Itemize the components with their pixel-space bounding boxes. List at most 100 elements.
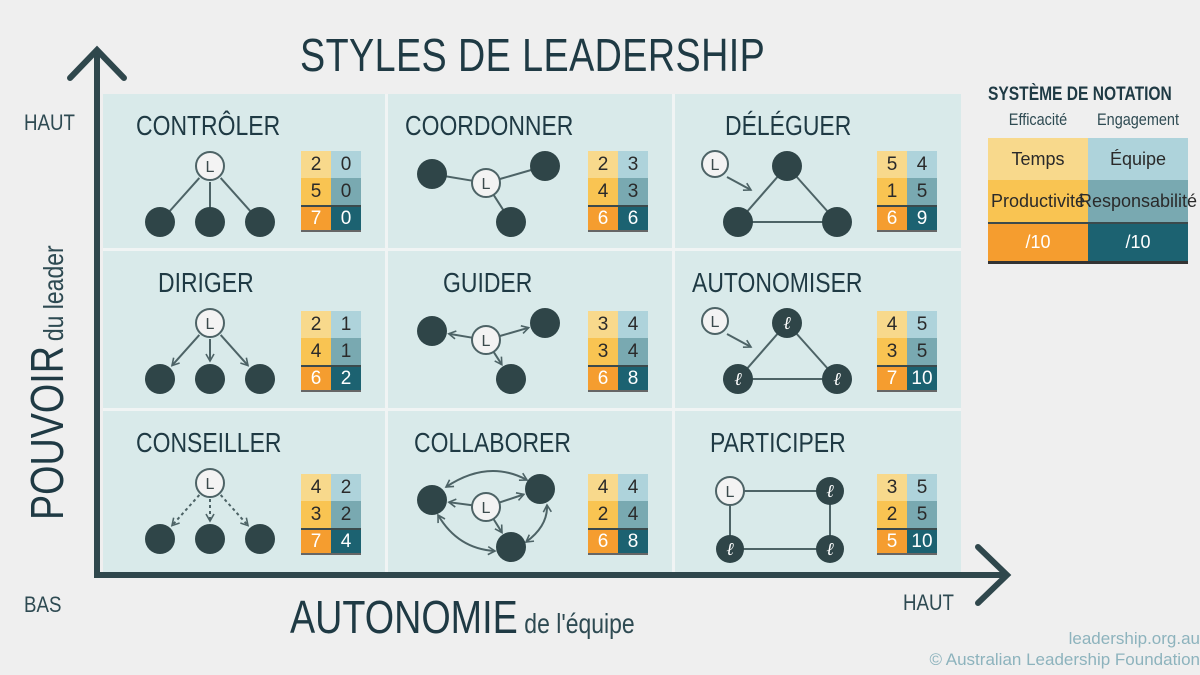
- efficiency-total: 7: [877, 365, 907, 392]
- legend-cell-productivite: Productivité: [988, 180, 1088, 222]
- team-score: 3: [618, 151, 648, 178]
- style-name: CONSEILLER: [136, 427, 282, 458]
- engagement-total: 8: [618, 365, 648, 392]
- style-name: DIRIGER: [158, 267, 254, 298]
- accountability-score: 4: [618, 501, 648, 528]
- svg-text:L: L: [482, 176, 491, 193]
- svg-text:ℓ: ℓ: [826, 539, 834, 559]
- style-cell-participer: Lℓ ℓ ℓ PARTICIPER 3 5 2 5 5 10: [675, 411, 961, 572]
- accountability-score: 5: [907, 501, 937, 528]
- member-node: [245, 207, 275, 237]
- accountability-score: 4: [618, 338, 648, 365]
- leader-node: L: [471, 325, 501, 355]
- member-node: ℓ: [816, 535, 844, 563]
- member-node: [530, 308, 560, 338]
- time-score: 5: [877, 151, 907, 178]
- leader-node: L: [195, 468, 225, 498]
- website-credit: leadership.org.au: [1068, 629, 1200, 648]
- accountability-score: 3: [618, 178, 648, 205]
- style-cell-collaborer: L COLLABORER 4 4 2 4 6 8: [388, 411, 675, 572]
- member-node: [417, 316, 447, 346]
- y-axis-title-main: POUVOIR: [21, 346, 73, 520]
- team-score: 5: [907, 311, 937, 338]
- score-table: 423274: [301, 474, 361, 555]
- connector: [726, 176, 753, 191]
- score-table: 205070: [301, 151, 361, 232]
- member-node: [145, 524, 175, 554]
- member-node: [417, 485, 447, 515]
- legend-header-engagement: Engagement: [1097, 110, 1179, 129]
- member-node: ℓ: [816, 477, 844, 505]
- svg-text:L: L: [711, 157, 720, 174]
- member-node: [772, 151, 802, 181]
- style-cell-déléguer: L DÉLÉGUER 5 4 1 5 6 9: [675, 94, 961, 251]
- connector: [170, 494, 201, 527]
- team-score: 0: [331, 151, 361, 178]
- scoring-legend: SYSTÈME DE NOTATION Efficacité Engagemen…: [988, 84, 1198, 264]
- style-name: DÉLÉGUER: [725, 110, 852, 141]
- score-table: 234366: [588, 151, 648, 232]
- legend-cell-responsabilite: Responsabilité: [1079, 180, 1197, 222]
- legend-table: Temps Équipe Productivité Responsabilité…: [988, 138, 1198, 264]
- svg-text:L: L: [206, 316, 215, 333]
- svg-text:L: L: [711, 314, 720, 331]
- svg-text:L: L: [482, 333, 491, 350]
- member-node: ℓ: [822, 364, 852, 394]
- score-table: 3 5 2 5 5 10: [877, 474, 937, 555]
- time-score: 4: [877, 311, 907, 338]
- engagement-total: 9: [907, 205, 937, 232]
- leader-node: L: [195, 308, 225, 338]
- style-cell-guider: L GUIDER 3 4 3 4 6 8: [388, 251, 675, 411]
- productivity-score: 4: [301, 338, 331, 365]
- member-node: [496, 364, 526, 394]
- leader-node: L: [715, 476, 745, 506]
- engagement-total: 10: [907, 528, 937, 555]
- y-axis-low-label: BAS: [24, 592, 62, 617]
- connector: [492, 518, 503, 534]
- member-node: [530, 151, 560, 181]
- productivity-score: 3: [588, 338, 618, 365]
- productivity-score: 4: [588, 178, 618, 205]
- leader-node: L: [471, 492, 501, 522]
- leader-node: L: [701, 307, 729, 335]
- legend-title: SYSTÈME DE NOTATION: [988, 84, 1172, 105]
- efficiency-total: 5: [877, 528, 907, 555]
- member-node: [145, 207, 175, 237]
- svg-text:ℓ: ℓ: [783, 313, 791, 333]
- connector: [499, 325, 531, 338]
- team-score: 4: [618, 474, 648, 501]
- team-score: 1: [331, 311, 361, 338]
- accountability-score: 0: [331, 178, 361, 205]
- leader-node: L: [701, 150, 729, 178]
- svg-text:L: L: [206, 476, 215, 493]
- efficiency-total: 6: [588, 365, 618, 392]
- member-node: [723, 207, 753, 237]
- member-node: [245, 524, 275, 554]
- x-axis-title-main: AUTONOMIE: [290, 591, 518, 643]
- credits: leadership.org.au © Australian Leadershi…: [929, 628, 1200, 670]
- style-name: COORDONNER: [405, 110, 574, 141]
- style-name: CONTRÔLER: [136, 110, 281, 141]
- svg-text:ℓ: ℓ: [726, 539, 734, 559]
- time-score: 3: [588, 311, 618, 338]
- x-axis-title-sub: de l'équipe: [524, 608, 635, 639]
- svg-text:ℓ: ℓ: [833, 369, 841, 389]
- member-node: [195, 207, 225, 237]
- style-cell-contrôler: L CONTRÔLER 2 0 5 0 7 0: [103, 94, 388, 251]
- connector: [726, 333, 753, 348]
- connector: [447, 498, 473, 508]
- member-node: [822, 207, 852, 237]
- connector: [447, 330, 473, 340]
- legend-cell-equipe: Équipe: [1088, 138, 1188, 180]
- legend-cell-temps: Temps: [988, 138, 1088, 180]
- style-cell-autonomiser: ℓ ℓ ℓ L AUTONOMISER 4 5 3 5 7 10: [675, 251, 961, 411]
- efficiency-total: 7: [301, 205, 331, 232]
- connector: [170, 334, 201, 367]
- y-axis-title: POUVOIR du leader: [20, 245, 74, 520]
- productivity-score: 2: [877, 501, 907, 528]
- connector: [219, 334, 250, 367]
- style-name: GUIDER: [443, 267, 533, 298]
- y-axis-high-label: HAUT: [24, 110, 75, 135]
- connector: [524, 503, 552, 543]
- leader-node: L: [471, 168, 501, 198]
